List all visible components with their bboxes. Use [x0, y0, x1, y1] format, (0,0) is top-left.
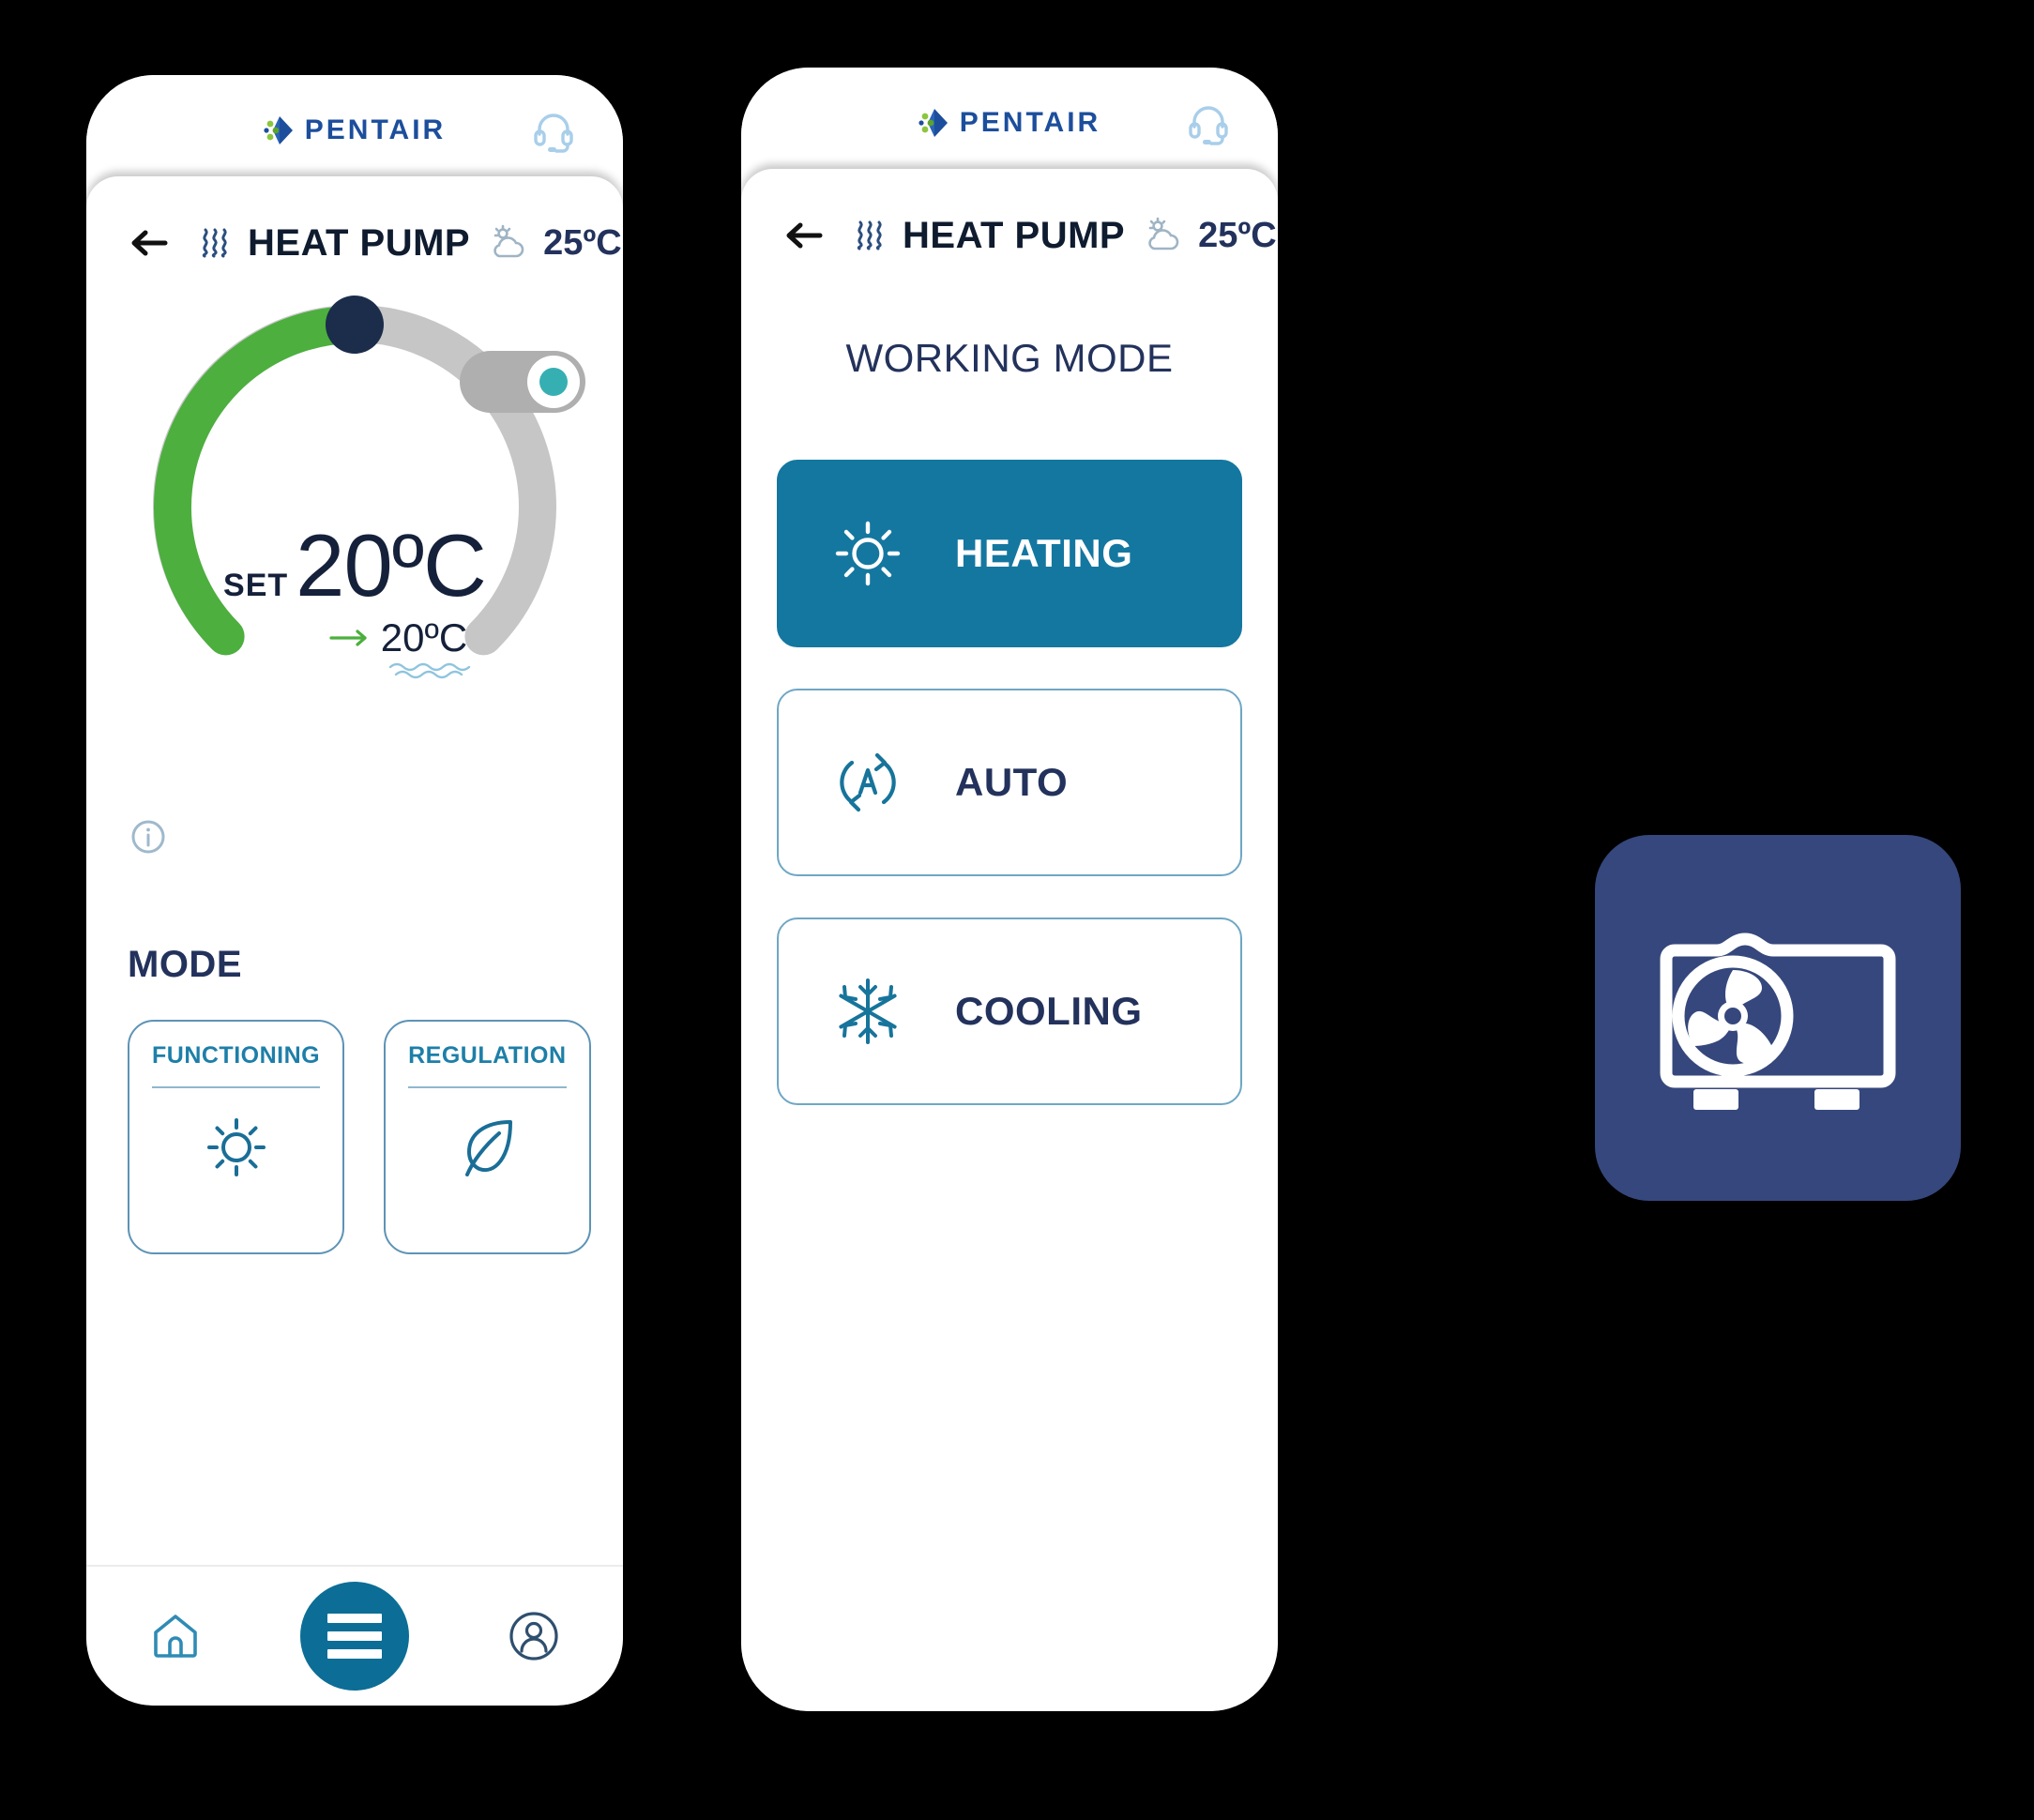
app-header-left: HEAT PUMP 25ºC	[86, 176, 623, 265]
heat-pump-unit-badge	[1595, 835, 1961, 1201]
pentair-diamond-logo-icon	[918, 107, 950, 139]
brand-name-right: PENTAIR	[959, 107, 1101, 138]
working-mode-label: HEATING	[955, 531, 1133, 575]
mode-card-functioning[interactable]: FUNCTIONING	[128, 1020, 345, 1254]
phone-left-heat-pump-control: PENTAIR HEAT PUMP 25ºC SET 20ºC 20ºC MOD…	[86, 75, 623, 1706]
app-screen-left: HEAT PUMP 25ºC SET 20ºC 20ºC MODE FUNCTI…	[86, 176, 623, 1706]
temperature-dial[interactable]: SET 20ºC 20ºC	[86, 270, 623, 927]
app-screen-right: HEAT PUMP 25ºC WORKING MODE HEATING AUTO…	[741, 169, 1278, 1711]
mode-card-label: REGULATION	[408, 1042, 567, 1069]
mode-card-label: FUNCTIONING	[152, 1042, 321, 1069]
setpoint-row: SET 20ºC	[223, 516, 487, 614]
working-mode-option-heating[interactable]: HEATING	[777, 460, 1242, 647]
app-header-right: HEAT PUMP 25ºC	[741, 169, 1278, 257]
home-icon[interactable]	[146, 1607, 205, 1665]
power-toggle[interactable]	[460, 351, 585, 413]
water-waves-icon	[387, 660, 484, 679]
brand-bar-right: PENTAIR	[741, 68, 1278, 178]
partly-cloudy-icon	[487, 224, 530, 262]
actual-temperature-value: 20ºC	[380, 615, 468, 660]
screenshot-stage: PENTAIR HEAT PUMP 25ºC SET 20ºC 20ºC MOD…	[0, 0, 2034, 1820]
heat-waves-icon	[199, 224, 231, 262]
snowflake-icon	[831, 975, 904, 1048]
mode-card-list: FUNCTIONING REGULATION	[128, 1020, 591, 1254]
pentair-logo-left: PENTAIR	[264, 114, 446, 146]
back-arrow-icon[interactable]	[128, 221, 171, 265]
hamburger-menu-icon[interactable]	[300, 1582, 409, 1691]
brand-name-left: PENTAIR	[304, 114, 447, 145]
mode-card-regulation[interactable]: REGULATION	[384, 1020, 591, 1254]
weather-readout-left: 25ºC	[487, 223, 622, 264]
back-arrow-icon[interactable]	[782, 214, 826, 257]
working-mode-option-auto[interactable]: AUTO	[777, 689, 1242, 876]
user-profile-icon[interactable]	[505, 1607, 563, 1665]
mode-card-divider	[408, 1086, 567, 1088]
brand-bar-left: PENTAIR	[86, 75, 623, 186]
working-mode-option-cooling[interactable]: COOLING	[777, 918, 1242, 1105]
actual-temperature-row: 20ºC	[328, 615, 470, 679]
working-mode-option-list: HEATING AUTO COOLING	[741, 460, 1278, 1105]
sun-icon	[831, 517, 904, 590]
weather-temperature: 25ºC	[543, 222, 622, 263]
heat-pump-unit-fan-icon	[1660, 933, 1896, 1110]
leaf-icon	[452, 1113, 522, 1182]
working-mode-label: AUTO	[955, 760, 1069, 804]
partly-cloudy-icon	[1142, 217, 1185, 254]
auto-cycle-icon	[831, 746, 904, 819]
dial-center-readout: SET 20ºC 20ºC	[86, 516, 623, 679]
power-toggle-knob	[527, 356, 580, 408]
power-toggle-dot	[539, 368, 568, 396]
menu-bars	[327, 1605, 382, 1667]
weather-temperature: 25ºC	[1198, 215, 1277, 255]
mode-card-divider	[152, 1086, 321, 1088]
sun-icon	[202, 1113, 271, 1182]
mode-heading: MODE	[128, 944, 242, 985]
working-mode-title: WORKING MODE	[845, 336, 1174, 380]
page-title: HEAT PUMP	[903, 214, 1126, 256]
headset-support-icon[interactable]	[527, 104, 580, 157]
weather-readout-right: 25ºC	[1142, 216, 1277, 256]
heat-waves-icon	[854, 217, 886, 254]
dial-handle[interactable]	[326, 296, 384, 354]
pentair-diamond-logo-icon	[264, 114, 296, 146]
page-title: HEAT PUMP	[248, 221, 471, 264]
phone-right-working-mode: PENTAIR HEAT PUMP 25ºC WORKING MODE HEAT…	[741, 68, 1278, 1711]
setpoint-value: 20ºC	[296, 516, 487, 614]
setpoint-label: SET	[223, 568, 289, 603]
mode-section: MODE FUNCTIONING REGULATION	[86, 944, 623, 1254]
bottom-navigation	[86, 1565, 623, 1706]
arrow-right-icon	[328, 627, 372, 649]
working-mode-label: COOLING	[955, 989, 1143, 1033]
pentair-logo-right: PENTAIR	[918, 107, 1100, 139]
headset-support-icon[interactable]	[1182, 97, 1235, 149]
info-circle-icon[interactable]	[128, 816, 169, 857]
